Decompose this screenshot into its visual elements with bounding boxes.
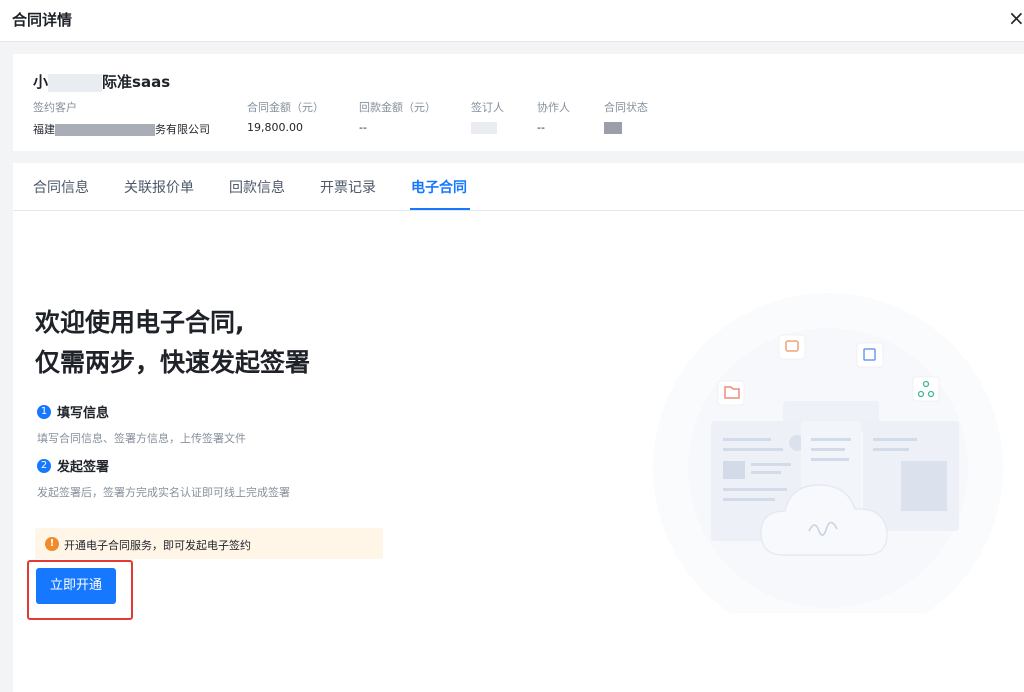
tabs-panel: 合同信息 关联报价单 回款信息 开票记录 电子合同 欢迎使用电子合同, 仅需两步… <box>13 163 1024 692</box>
tab-e-contract[interactable]: 电子合同 <box>411 177 467 197</box>
close-icon[interactable]: × <box>1008 6 1024 30</box>
field-value-customer: 福建 务有限公司 <box>33 121 210 137</box>
field-collaborator: 协作人 -- <box>537 99 570 134</box>
field-value-collaborator: -- <box>537 121 545 134</box>
field-payment: 回款金额（元） -- <box>359 99 436 134</box>
open-now-button[interactable]: 立即开通 <box>36 568 116 604</box>
welcome-heading: 欢迎使用电子合同, 仅需两步，快速发起签署 <box>35 303 310 383</box>
service-notice: ! 开通电子合同服务，即可发起电子签约 <box>35 528 383 559</box>
contract-summary-card: 小 际准saas 签约客户 福建 务有限公司 合同金额（元） 19,800.00 回… <box>13 54 1024 151</box>
step-1: 1 填写信息 填写合同信息、签署方信息，上传签署文件 <box>37 401 246 446</box>
notice-text: 开通电子合同服务，即可发起电子签约 <box>64 539 251 552</box>
step-description: 填写合同信息、签署方信息，上传签署文件 <box>37 432 246 445</box>
drawer-header: 合同详情 × <box>0 0 1024 42</box>
field-value-status <box>604 121 648 134</box>
field-label: 合同金额（元） <box>247 101 324 114</box>
tab-bar: 合同信息 关联报价单 回款信息 开票记录 电子合同 <box>13 163 1024 211</box>
field-status: 合同状态 <box>604 99 648 134</box>
welcome-line-2: 仅需两步，快速发起签署 <box>35 348 311 377</box>
field-label: 签订人 <box>471 101 504 114</box>
warning-icon: ! <box>45 537 59 551</box>
tab-contract-info[interactable]: 合同信息 <box>33 177 89 197</box>
field-signer: 签订人 <box>471 99 504 134</box>
tab-payment-info[interactable]: 回款信息 <box>229 177 285 197</box>
contract-name-suffix: 际准saas <box>102 73 171 91</box>
field-amount: 合同金额（元） 19,800.00 <box>247 99 324 134</box>
drawer-title: 合同详情 <box>12 11 73 29</box>
field-value-payment: -- <box>359 121 367 134</box>
redacted-block <box>604 122 622 134</box>
step-description: 发起签署后，签署方完成实名认证即可线上完成签署 <box>37 486 290 499</box>
welcome-line-1: 欢迎使用电子合同, <box>35 308 245 337</box>
redacted-block <box>55 124 155 136</box>
active-tab-indicator <box>410 208 470 210</box>
field-value-amount: 19,800.00 <box>247 121 303 134</box>
e-contract-illustration-icon <box>653 293 1003 613</box>
step-number-badge: 2 <box>37 458 51 473</box>
contract-name-prefix: 小 <box>33 73 49 91</box>
step-title: 发起签署 <box>57 460 110 475</box>
tab-related-quotes[interactable]: 关联报价单 <box>124 177 194 197</box>
contract-name: 小 际准saas <box>33 71 170 92</box>
step-title: 填写信息 <box>57 406 110 421</box>
field-label: 回款金额（元） <box>359 101 436 114</box>
field-label: 合同状态 <box>604 101 648 114</box>
redacted-block <box>471 122 497 134</box>
field-customer: 签约客户 福建 务有限公司 <box>33 99 210 137</box>
customer-suffix: 务有限公司 <box>155 123 210 136</box>
tab-invoice-records[interactable]: 开票记录 <box>320 177 376 197</box>
step-2: 2 发起签署 发起签署后，签署方完成实名认证即可线上完成签署 <box>37 455 290 500</box>
step-number-badge: 1 <box>37 404 51 419</box>
field-label: 签约客户 <box>33 101 77 114</box>
customer-prefix: 福建 <box>33 123 55 136</box>
field-value-signer <box>471 121 504 134</box>
redacted-block <box>48 73 103 92</box>
field-label: 协作人 <box>537 101 570 114</box>
